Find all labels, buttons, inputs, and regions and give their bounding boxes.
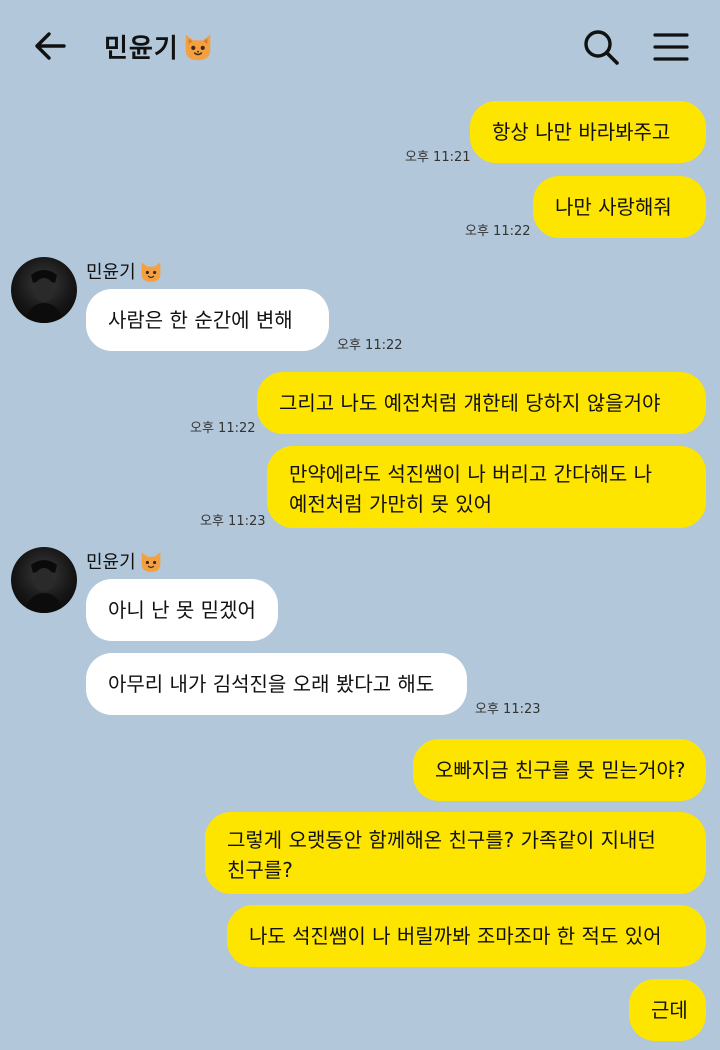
my-message-bubble: 그리고 나도 예전처럼 걔한테 당하지 않을거야 [257,372,706,434]
cat-face-icon [141,262,161,282]
message-time: 오후 11:23 [200,514,266,529]
message-text: 나만 사랑해줘 [555,195,672,219]
message-time: 오후 11:23 [475,702,541,717]
person-silhouette-icon [25,270,63,323]
back-arrow-icon[interactable] [30,26,70,66]
my-message-bubble: 근데 [629,979,706,1041]
message-text: 아니 난 못 믿겠어 [108,598,256,622]
sender-name-text: 민윤기 [86,262,136,283]
profile-avatar[interactable] [11,547,77,613]
message-text: 아무리 내가 김석진을 오래 봤다고 해도 [108,672,435,696]
chat-header: 민윤기 [0,0,720,90]
chat-title: 민윤기 [104,33,179,64]
received-message-bubble: 사람은 한 순간에 변해 [86,289,329,351]
message-time: 오후 11:22 [337,338,403,353]
message-text: 사람은 한 순간에 변해 [108,308,293,332]
sender-name: 민윤기 [86,258,164,284]
my-message-bubble: 나도 석진쌤이 나 버릴까봐 조마조마 한 적도 있어 [227,905,706,967]
message-time: 오후 11:22 [465,224,531,239]
menu-icon[interactable] [650,27,692,67]
message-text: 근데 [651,998,688,1022]
my-message-bubble: 그렇게 오랫동안 함께해온 친구를? 가족같이 지내던 친구를? [205,812,706,894]
my-message-bubble: 만약에라도 석진쌤이 나 버리고 간다해도 나 예전처럼 가만히 못 있어 [267,446,706,528]
message-text-line: 만약에라도 석진쌤이 나 버리고 간다해도 나 [289,462,652,486]
sender-name: 민윤기 [86,548,164,574]
my-message-bubble: 나만 사랑해줘 [533,176,706,238]
search-icon[interactable] [580,26,622,68]
profile-avatar[interactable] [11,257,77,323]
message-text: 그리고 나도 예전처럼 걔한테 당하지 않을거야 [279,391,661,415]
message-time: 오후 11:21 [405,150,471,165]
cat-face-icon [185,34,211,61]
chat-title-wrap: 민윤기 [104,24,215,68]
my-message-bubble: 오빠지금 친구를 못 믿는거야? [413,739,706,801]
cat-face-icon [141,552,161,572]
message-text: 오빠지금 친구를 못 믿는거야? [435,758,686,782]
received-message-bubble: 아무리 내가 김석진을 오래 봤다고 해도 [86,653,467,715]
message-text: 항상 나만 바라봐주고 [492,120,671,144]
person-silhouette-icon [25,560,63,613]
message-text-line: 그렇게 오랫동안 함께해온 친구를? 가족같이 지내던 [227,828,656,852]
message-text: 나도 석진쌤이 나 버릴까봐 조마조마 한 적도 있어 [249,924,662,948]
sender-name-text: 민윤기 [86,552,136,573]
message-time: 오후 11:22 [190,421,256,436]
my-message-bubble: 항상 나만 바라봐주고 [470,101,706,163]
message-text-line: 친구를? [227,858,293,882]
received-message-bubble: 아니 난 못 믿겠어 [86,579,278,641]
message-text-line: 예전처럼 가만히 못 있어 [289,492,493,516]
